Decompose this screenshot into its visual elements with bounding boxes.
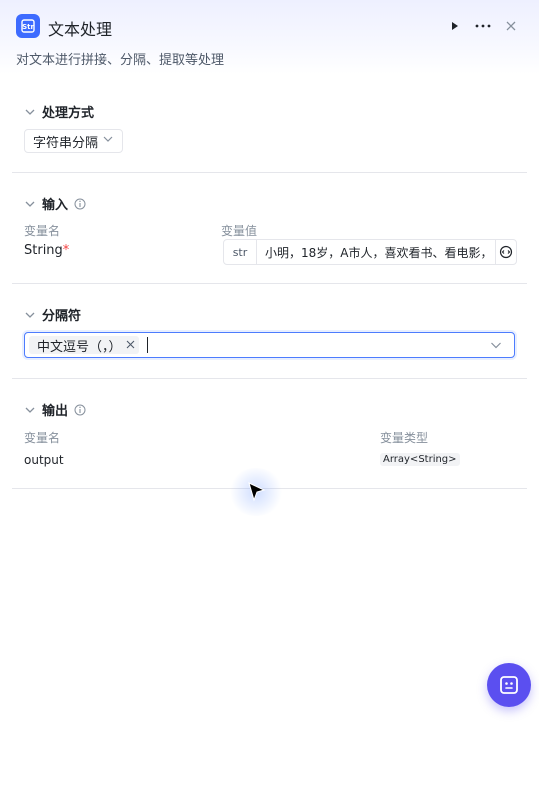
input-section-header[interactable]: 输入 [24,194,86,213]
chevron-down-icon [102,133,114,149]
process-mode-value: 字符串分隔 [33,135,99,151]
required-mark: * [62,243,70,258]
info-icon[interactable] [74,404,86,416]
input-value-field[interactable]: str 小明，18岁，A市人，喜欢看书、看电影， [223,239,517,265]
panel-header: Str 文本处理 对文本进行拼接、分隔、提取等处理 [0,0,539,74]
output-type-badge: Array<String> [380,453,460,466]
chevron-down-icon[interactable] [24,198,36,210]
output-col-name: 变量名 [24,431,61,445]
mouse-cursor-icon [248,482,266,506]
input-col-value: 变量值 [221,224,258,238]
input-section-title: 输入 [42,198,69,213]
text-process-app-icon: Str [16,14,40,38]
output-var-name: output [24,453,64,467]
process-mode-select[interactable]: 字符串分隔 [24,129,124,153]
tag-close-icon[interactable] [126,338,135,353]
output-col-type: 变量类型 [380,431,429,445]
more-icon[interactable] [475,18,491,34]
play-icon[interactable] [447,18,463,34]
panel-subtitle: 对文本进行拼接、分隔、提取等处理 [16,53,225,68]
svg-text:Str: Str [22,23,34,31]
process-section-header[interactable]: 处理方式 [24,102,94,121]
panel-title: 文本处理 [48,20,113,39]
chevron-down-icon[interactable] [24,309,36,321]
text-caret [146,337,148,353]
process-section-title: 处理方式 [42,106,95,121]
type-tag[interactable]: str [224,240,257,264]
robot-icon [500,676,518,694]
section-divider [12,378,527,379]
input-var-name: String [24,243,63,258]
output-section-header[interactable]: 输出 [24,400,86,419]
delimiter-section-header[interactable]: 分隔符 [24,305,81,324]
input-col-name: 变量名 [24,224,61,238]
assistant-fab-button[interactable] [487,663,531,707]
variable-reference-icon[interactable] [495,240,516,264]
section-divider [12,172,527,173]
delimiter-select[interactable]: 中文逗号（，） [24,332,515,358]
input-value-text[interactable]: 小明，18岁，A市人，喜欢看书、看电影， [257,244,495,261]
output-section-title: 输出 [42,404,69,419]
delimiter-tag-label: 中文逗号（，） [37,339,122,355]
chevron-down-icon[interactable] [24,106,36,118]
section-divider [12,283,527,284]
delimiter-section-title: 分隔符 [42,309,82,324]
delimiter-tag: 中文逗号（，） [29,336,139,355]
info-icon[interactable] [74,198,86,210]
input-var-name-row: String* [24,243,69,258]
chevron-down-icon[interactable] [24,404,36,416]
close-icon[interactable] [503,18,519,34]
chevron-down-icon[interactable] [490,339,502,351]
